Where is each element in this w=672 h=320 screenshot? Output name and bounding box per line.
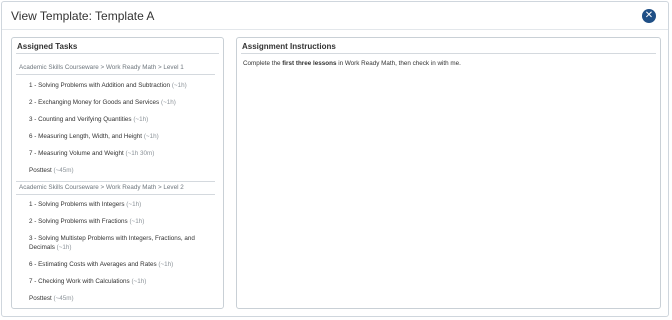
divider (16, 74, 215, 75)
assigned-tasks-title: Assigned Tasks (17, 42, 78, 51)
instructions-text: Complete the first three lessons in Work… (243, 60, 461, 67)
task-group-header: Academic Skills Courseware > Work Ready … (19, 64, 184, 71)
view-template-dialog: View Template: Template A ✕ Assigned Tas… (1, 1, 669, 317)
task-item: 2 - Exchanging Money for Goods and Servi… (29, 99, 176, 106)
task-item: Posttest (~45m) (29, 295, 74, 302)
task-item: 7 - Measuring Volume and Weight (~1h 30m… (29, 150, 155, 157)
assigned-tasks-panel: Assigned Tasks Academic Skills Coursewar… (11, 37, 224, 309)
dialog-title: View Template: Template A (11, 9, 155, 23)
task-item: 1 - Solving Problems with Addition and S… (29, 82, 187, 89)
close-icon[interactable]: ✕ (642, 9, 656, 23)
task-item: 6 - Measuring Length, Width, and Height … (29, 133, 159, 140)
task-item: 3 - Solving Multistep Problems with Inte… (29, 235, 195, 251)
dialog-header: View Template: Template A ✕ (2, 2, 668, 30)
assignment-instructions-panel: Assignment Instructions Complete the fir… (236, 37, 661, 309)
task-item: 6 - Estimating Costs with Averages and R… (29, 261, 174, 268)
task-item: 2 - Solving Problems with Fractions (~1h… (29, 218, 145, 225)
task-item: 3 - Counting and Verifying Quantities (~… (29, 116, 149, 123)
task-item: Posttest (~45m) (29, 167, 74, 174)
divider (16, 181, 215, 182)
divider (16, 53, 219, 54)
task-item: 1 - Solving Problems with Integers (~1h) (29, 201, 142, 208)
task-item: 7 - Checking Work with Calculations (~1h… (29, 278, 147, 285)
task-group-header: Academic Skills Courseware > Work Ready … (19, 184, 184, 191)
divider (241, 53, 656, 54)
divider (16, 194, 215, 195)
assignment-instructions-title: Assignment Instructions (242, 42, 336, 51)
